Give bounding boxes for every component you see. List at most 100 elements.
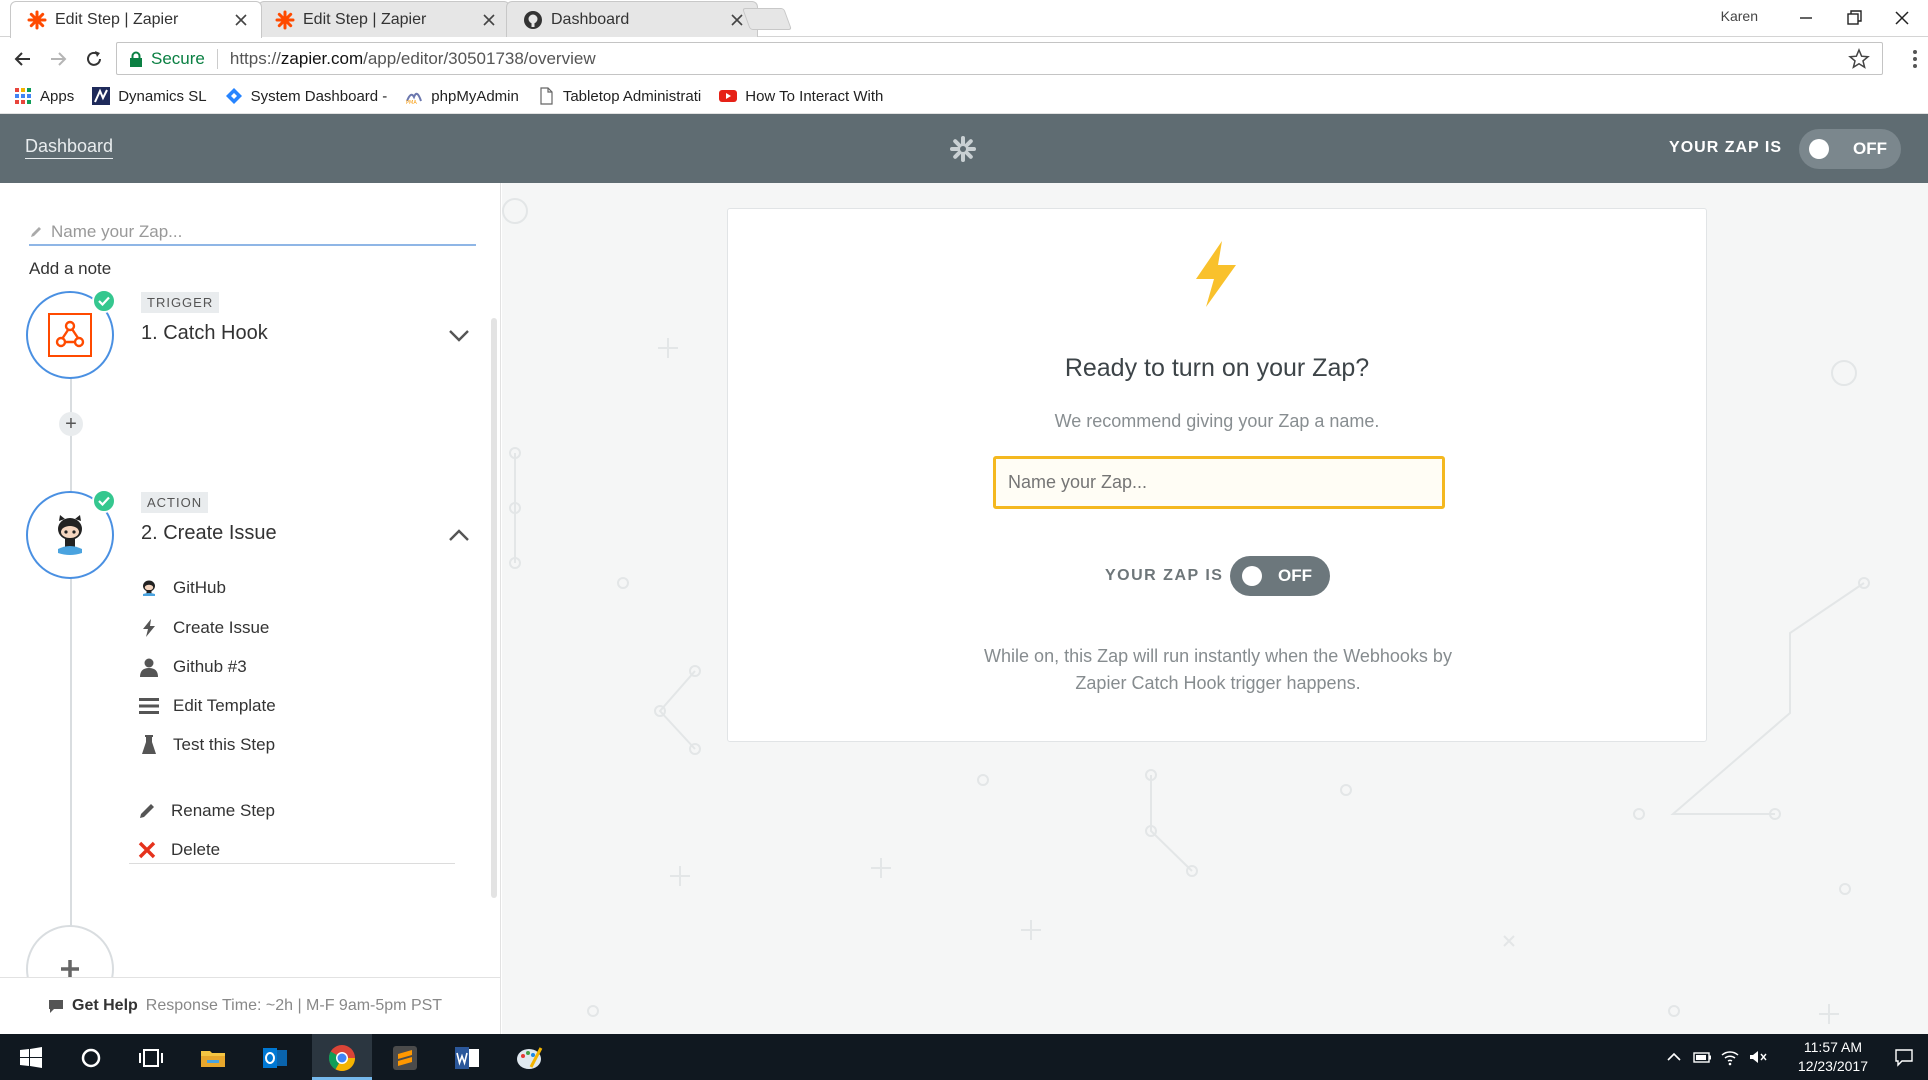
github-octocat-icon bbox=[58, 515, 82, 555]
trigger-step-title[interactable]: 1. Catch Hook bbox=[141, 322, 268, 345]
close-tab-icon[interactable] bbox=[729, 12, 745, 28]
back-icon[interactable] bbox=[12, 48, 34, 70]
bookmark-label: How To Interact With bbox=[745, 87, 884, 105]
bolt-icon bbox=[139, 618, 159, 638]
lock-icon bbox=[130, 51, 142, 67]
tab-title: Edit Step | Zapier bbox=[55, 11, 179, 28]
zap-toggle[interactable]: OFF bbox=[1799, 129, 1901, 169]
sidebar-scrollbar[interactable] bbox=[491, 318, 497, 898]
get-help-bar[interactable]: Get Help Response Time: ~2h | M-F 9am-5p… bbox=[0, 977, 500, 1034]
substep-account[interactable]: Github #3 bbox=[139, 657, 247, 677]
add-note-link[interactable]: Add a note bbox=[29, 259, 111, 279]
wifi-icon[interactable] bbox=[1720, 1047, 1740, 1067]
close-tab-icon[interactable] bbox=[233, 12, 249, 28]
task-view-icon[interactable] bbox=[136, 1043, 166, 1073]
github-icon bbox=[524, 10, 542, 29]
forward-icon[interactable] bbox=[47, 48, 69, 70]
zapier-icon bbox=[275, 10, 295, 29]
cortana-search-icon[interactable] bbox=[76, 1043, 106, 1073]
bookmark-label: Tabletop Administrati bbox=[562, 87, 702, 105]
tab-edit-step-1[interactable]: Edit Step | Zapier bbox=[10, 1, 262, 38]
delete-step-label: Delete bbox=[171, 840, 221, 859]
separator bbox=[216, 48, 218, 69]
bookmark-apps[interactable]: Apps bbox=[14, 87, 74, 105]
substep-test-step[interactable]: Test this Step bbox=[139, 735, 275, 755]
secure-label: Secure bbox=[151, 48, 205, 68]
rename-step-label: Rename Step bbox=[171, 801, 275, 820]
taskbar-clock[interactable]: 11:57 AM 12/23/2017 bbox=[1798, 1038, 1868, 1076]
page-icon bbox=[540, 87, 553, 105]
bookmark-phpmyadmin[interactable]: PMA phpMyAdmin bbox=[405, 87, 519, 106]
bookmark-tabletop[interactable]: Tabletop Administrati bbox=[537, 87, 701, 105]
zapier-icon bbox=[27, 10, 47, 30]
bookmark-youtube[interactable]: How To Interact With bbox=[719, 87, 883, 105]
reload-icon[interactable] bbox=[83, 48, 105, 70]
word-icon[interactable] bbox=[452, 1043, 482, 1073]
turn-on-zap-card: Ready to turn on your Zap? We recommend … bbox=[727, 208, 1707, 742]
substep-label: Github #3 bbox=[173, 657, 247, 676]
card-zap-status-label: YOUR ZAP IS bbox=[1105, 567, 1224, 584]
outlook-icon[interactable] bbox=[260, 1043, 290, 1073]
bookmark-dynamics[interactable]: Dynamics SL bbox=[92, 87, 207, 105]
card-zap-toggle[interactable]: OFF bbox=[1230, 556, 1330, 596]
windows-start-icon[interactable] bbox=[16, 1043, 46, 1073]
dashboard-link[interactable]: Dashboard bbox=[25, 136, 114, 159]
trigger-complete-check-icon bbox=[92, 289, 116, 313]
delete-step-button[interactable]: Delete bbox=[137, 840, 220, 860]
url-path: /app/editor/30501738/overview bbox=[363, 48, 596, 68]
minimize-icon[interactable] bbox=[1796, 8, 1816, 28]
zap-name-input[interactable] bbox=[993, 456, 1445, 509]
file-explorer-icon[interactable] bbox=[198, 1043, 228, 1073]
profile-name[interactable]: Karen bbox=[1721, 8, 1758, 24]
chat-icon bbox=[49, 999, 63, 1013]
trigger-badge: TRIGGER bbox=[141, 292, 220, 313]
clock-date: 12/23/2017 bbox=[1797, 1058, 1868, 1074]
action-badge: ACTION bbox=[141, 492, 209, 513]
action-center-icon[interactable] bbox=[1894, 1047, 1914, 1067]
svg-text:PMA: PMA bbox=[406, 100, 417, 105]
substep-create-issue[interactable]: Create Issue bbox=[139, 618, 269, 638]
apps-grid-icon bbox=[15, 88, 31, 104]
show-hidden-icons-chevron-icon[interactable] bbox=[1664, 1047, 1684, 1067]
bookmark-label: System Dashboard - bbox=[250, 87, 388, 105]
new-tab-button[interactable] bbox=[741, 8, 793, 30]
card-note: While on, this Zap will run instantly wh… bbox=[984, 646, 1452, 693]
address-bar[interactable]: Secure https://zapier.com/app/editor/305… bbox=[116, 42, 1883, 75]
rename-step-button[interactable]: Rename Step bbox=[137, 801, 275, 821]
volume-muted-icon[interactable] bbox=[1748, 1047, 1768, 1067]
github-icon bbox=[139, 578, 159, 598]
divider bbox=[129, 863, 455, 864]
bookmark-star-icon[interactable] bbox=[1848, 48, 1870, 70]
lines-icon bbox=[139, 696, 159, 716]
chrome-icon[interactable] bbox=[327, 1043, 357, 1073]
tab-title: Edit Step | Zapier bbox=[303, 10, 427, 28]
add-step-between-button[interactable]: + bbox=[59, 412, 83, 436]
chevron-up-icon[interactable] bbox=[448, 528, 470, 542]
secure-indicator[interactable]: Secure bbox=[129, 49, 205, 69]
tab-edit-step-2[interactable]: Edit Step | Zapier bbox=[258, 1, 510, 37]
zapier-logo-icon[interactable] bbox=[949, 135, 977, 163]
url-host: zapier.com bbox=[280, 48, 364, 68]
sublime-text-icon[interactable] bbox=[390, 1043, 420, 1073]
flask-icon bbox=[139, 735, 159, 755]
battery-icon[interactable] bbox=[1692, 1047, 1712, 1067]
restore-icon[interactable] bbox=[1844, 8, 1864, 28]
browser-toolbar: Secure https://zapier.com/app/editor/305… bbox=[0, 37, 1928, 79]
bookmark-system-dashboard[interactable]: System Dashboard - bbox=[225, 87, 388, 105]
get-help-label[interactable]: Get Help bbox=[72, 997, 138, 1015]
browser-tab-strip: Edit Step | Zapier Edit Step | Zapier Da… bbox=[0, 0, 1928, 38]
close-window-icon[interactable] bbox=[1892, 8, 1912, 28]
close-tab-icon[interactable] bbox=[481, 12, 497, 28]
chevron-down-icon[interactable] bbox=[448, 329, 470, 343]
substep-edit-template[interactable]: Edit Template bbox=[139, 696, 276, 716]
tab-title: Dashboard bbox=[551, 10, 630, 28]
zap-name-field[interactable]: Name your Zap... bbox=[29, 219, 476, 246]
substep-github[interactable]: GitHub bbox=[139, 578, 226, 598]
paint-icon[interactable] bbox=[514, 1043, 544, 1073]
browser-menu-icon[interactable] bbox=[1912, 49, 1918, 69]
toggle-knob bbox=[1809, 139, 1829, 159]
zapier-header: Dashboard YOUR ZAP IS OFF bbox=[0, 114, 1928, 183]
tab-dashboard[interactable]: Dashboard bbox=[506, 1, 758, 37]
editor-canvas: Ready to turn on your Zap? We recommend … bbox=[502, 183, 1928, 1034]
action-step-title[interactable]: 2. Create Issue bbox=[141, 522, 277, 545]
